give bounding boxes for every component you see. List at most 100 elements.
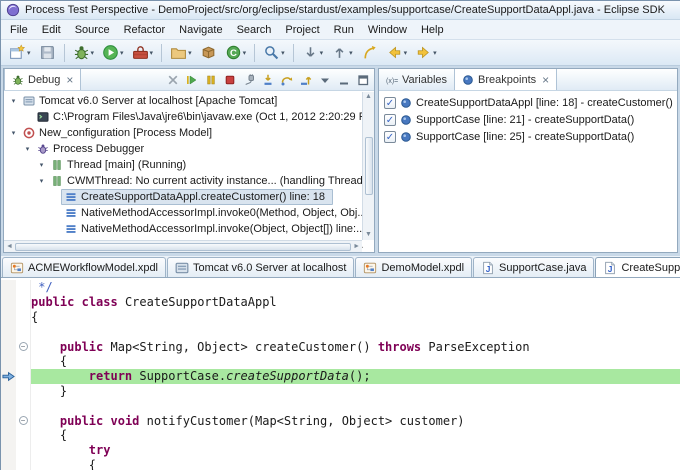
editor-tab[interactable]: J SupportCase.java xyxy=(473,257,595,277)
fold-bar[interactable] xyxy=(16,294,31,310)
dropdown-arrow-icon[interactable]: ▾ xyxy=(349,49,353,57)
menu-navigate[interactable]: Navigate xyxy=(172,21,229,39)
code-text[interactable]: { xyxy=(31,354,680,369)
code-line[interactable]: try xyxy=(1,442,680,458)
expander-icon[interactable]: ▾ xyxy=(36,161,47,169)
expander-icon[interactable]: ▾ xyxy=(8,129,19,137)
marker-bar[interactable] xyxy=(1,280,16,295)
view-menu-button[interactable] xyxy=(316,71,333,88)
titlebar[interactable]: Process Test Perspective - DemoProject/s… xyxy=(1,1,680,20)
fold-bar[interactable] xyxy=(16,368,31,384)
code-line[interactable]: { xyxy=(1,309,680,325)
menu-file[interactable]: File xyxy=(3,21,35,39)
terminate-button[interactable] xyxy=(221,71,238,88)
code-text[interactable]: try xyxy=(31,443,680,458)
debug-tree-row[interactable]: ▾ New_configuration [Process Model] xyxy=(4,125,374,141)
dropdown-arrow-icon[interactable]: ▾ xyxy=(404,49,408,57)
new-wizard-button[interactable]: ▾ xyxy=(5,42,35,64)
code-text[interactable]: */ xyxy=(31,280,680,295)
code-line[interactable]: return SupportCase. createSupportData (); xyxy=(1,368,680,384)
code-line[interactable]: − public void notifyCustomer(Map<String,… xyxy=(1,413,680,428)
close-icon[interactable]: × xyxy=(542,74,549,86)
dropdown-arrow-icon[interactable]: ▾ xyxy=(91,49,95,57)
collapse-icon[interactable]: − xyxy=(18,416,28,426)
fold-bar[interactable] xyxy=(16,383,31,399)
remove-terminated-button[interactable] xyxy=(164,71,181,88)
menu-window[interactable]: Window xyxy=(361,21,414,39)
debug-tree-row[interactable]: ▾ Thread [main] (Running) xyxy=(4,157,374,173)
step-return-button[interactable] xyxy=(297,71,314,88)
code-text[interactable]: public void notifyCustomer(Map<String, O… xyxy=(31,413,680,428)
fold-bar[interactable] xyxy=(16,353,31,369)
dropdown-arrow-icon[interactable]: ▾ xyxy=(243,49,247,57)
menu-edit[interactable]: Edit xyxy=(35,21,68,39)
editor-tab[interactable]: J CreateSupportDataAppl.java xyxy=(595,257,680,277)
tree-row-content[interactable]: C:\Program Files\Java\jre6\bin\javaw.exe… xyxy=(33,109,374,125)
debug-tree-row[interactable]: ▾ Process Debugger xyxy=(4,141,374,157)
tree-row-content[interactable]: New_configuration [Process Model] xyxy=(19,125,220,141)
marker-bar[interactable] xyxy=(1,309,16,325)
breakpoint-row[interactable]: ✓ SupportCase [line: 25] - createSupportD… xyxy=(381,128,675,145)
new-package-button[interactable] xyxy=(196,42,221,64)
debug-tree-row[interactable]: ▾ Tomcat v6.0 Server at localhost [Apache… xyxy=(4,93,374,109)
tab-variables[interactable]: (x)= Variables xyxy=(379,69,454,90)
marker-bar[interactable] xyxy=(1,457,16,470)
dropdown-arrow-icon[interactable]: ▾ xyxy=(320,49,324,57)
step-over-button[interactable] xyxy=(278,71,295,88)
new-java-project-button[interactable]: ▾ xyxy=(166,42,196,64)
breakpoint-checkbox[interactable]: ✓ xyxy=(384,96,396,109)
marker-bar[interactable] xyxy=(1,427,16,443)
menu-source[interactable]: Source xyxy=(68,21,117,39)
editor-tab[interactable]: DemoModel.xpdl xyxy=(355,257,473,277)
editor-tab[interactable]: ACMEWorkflowModel.xpdl xyxy=(2,257,167,277)
breakpoint-checkbox[interactable]: ✓ xyxy=(384,113,396,126)
code-line[interactable]: { xyxy=(1,427,680,443)
scroll-up-icon[interactable]: ▲ xyxy=(365,93,372,101)
code-text[interactable]: { xyxy=(31,458,680,470)
code-line[interactable]: { xyxy=(1,457,680,470)
code-text[interactable]: return SupportCase. createSupportData (); xyxy=(31,368,680,384)
marker-bar[interactable] xyxy=(1,339,16,354)
menu-run[interactable]: Run xyxy=(327,21,361,39)
fold-bar[interactable]: − xyxy=(16,339,31,354)
scroll-left-icon[interactable]: ◄ xyxy=(6,243,13,251)
fold-bar[interactable]: − xyxy=(16,413,31,428)
code-text[interactable]: } xyxy=(31,384,680,399)
code-line[interactable]: } xyxy=(1,383,680,399)
tab-debug[interactable]: Debug × xyxy=(4,69,82,90)
minimize-button[interactable] xyxy=(335,71,352,88)
dropdown-arrow-icon[interactable]: ▾ xyxy=(433,49,437,57)
resume-button[interactable] xyxy=(183,71,200,88)
menu-help[interactable]: Help xyxy=(414,21,451,39)
code-line[interactable]: public class CreateSupportDataAppl xyxy=(1,294,680,310)
dropdown-arrow-icon[interactable]: ▾ xyxy=(120,49,124,57)
code-text[interactable]: { xyxy=(31,428,680,443)
tree-row-content[interactable]: Process Debugger xyxy=(33,141,152,157)
expander-icon[interactable]: ▾ xyxy=(36,177,47,185)
marker-bar[interactable] xyxy=(1,383,16,399)
tree-row-content[interactable]: NativeMethodAccessorImpl.invoke0(Method,… xyxy=(61,205,374,221)
scroll-right-icon[interactable]: ► xyxy=(353,243,360,251)
tab-breakpoints[interactable]: Breakpoints × xyxy=(454,69,558,90)
debug-vertical-scrollbar[interactable]: ▲ ▼ xyxy=(362,92,374,240)
menu-search[interactable]: Search xyxy=(230,21,279,39)
next-annotation-button[interactable]: ▾ xyxy=(298,42,328,64)
java-editor[interactable]: */public class CreateSupportDataAppl{− p… xyxy=(1,278,680,470)
expander-icon[interactable]: ▾ xyxy=(22,145,33,153)
fold-bar[interactable] xyxy=(16,280,31,295)
marker-bar[interactable] xyxy=(1,413,16,428)
external-tools-button[interactable]: ▾ xyxy=(128,42,158,64)
code-text[interactable] xyxy=(31,324,680,339)
debug-horizontal-scrollbar[interactable]: ◄ ► xyxy=(4,240,362,252)
tree-row-content[interactable]: CreateSupportDataAppl.createCustomer() l… xyxy=(61,189,333,205)
close-icon[interactable]: × xyxy=(66,74,73,86)
maximize-button[interactable] xyxy=(354,71,371,88)
debug-button[interactable]: ▾ xyxy=(69,42,99,64)
scrollbar-thumb[interactable] xyxy=(364,137,373,195)
new-class-button[interactable]: C ▾ xyxy=(221,42,251,64)
marker-bar[interactable] xyxy=(1,324,16,340)
code-line[interactable]: */ xyxy=(1,280,680,295)
previous-annotation-button[interactable]: ▾ xyxy=(327,42,357,64)
code-line[interactable] xyxy=(1,324,680,340)
breakpoint-row[interactable]: ✓ SupportCase [line: 21] - createSupportD… xyxy=(381,111,675,128)
